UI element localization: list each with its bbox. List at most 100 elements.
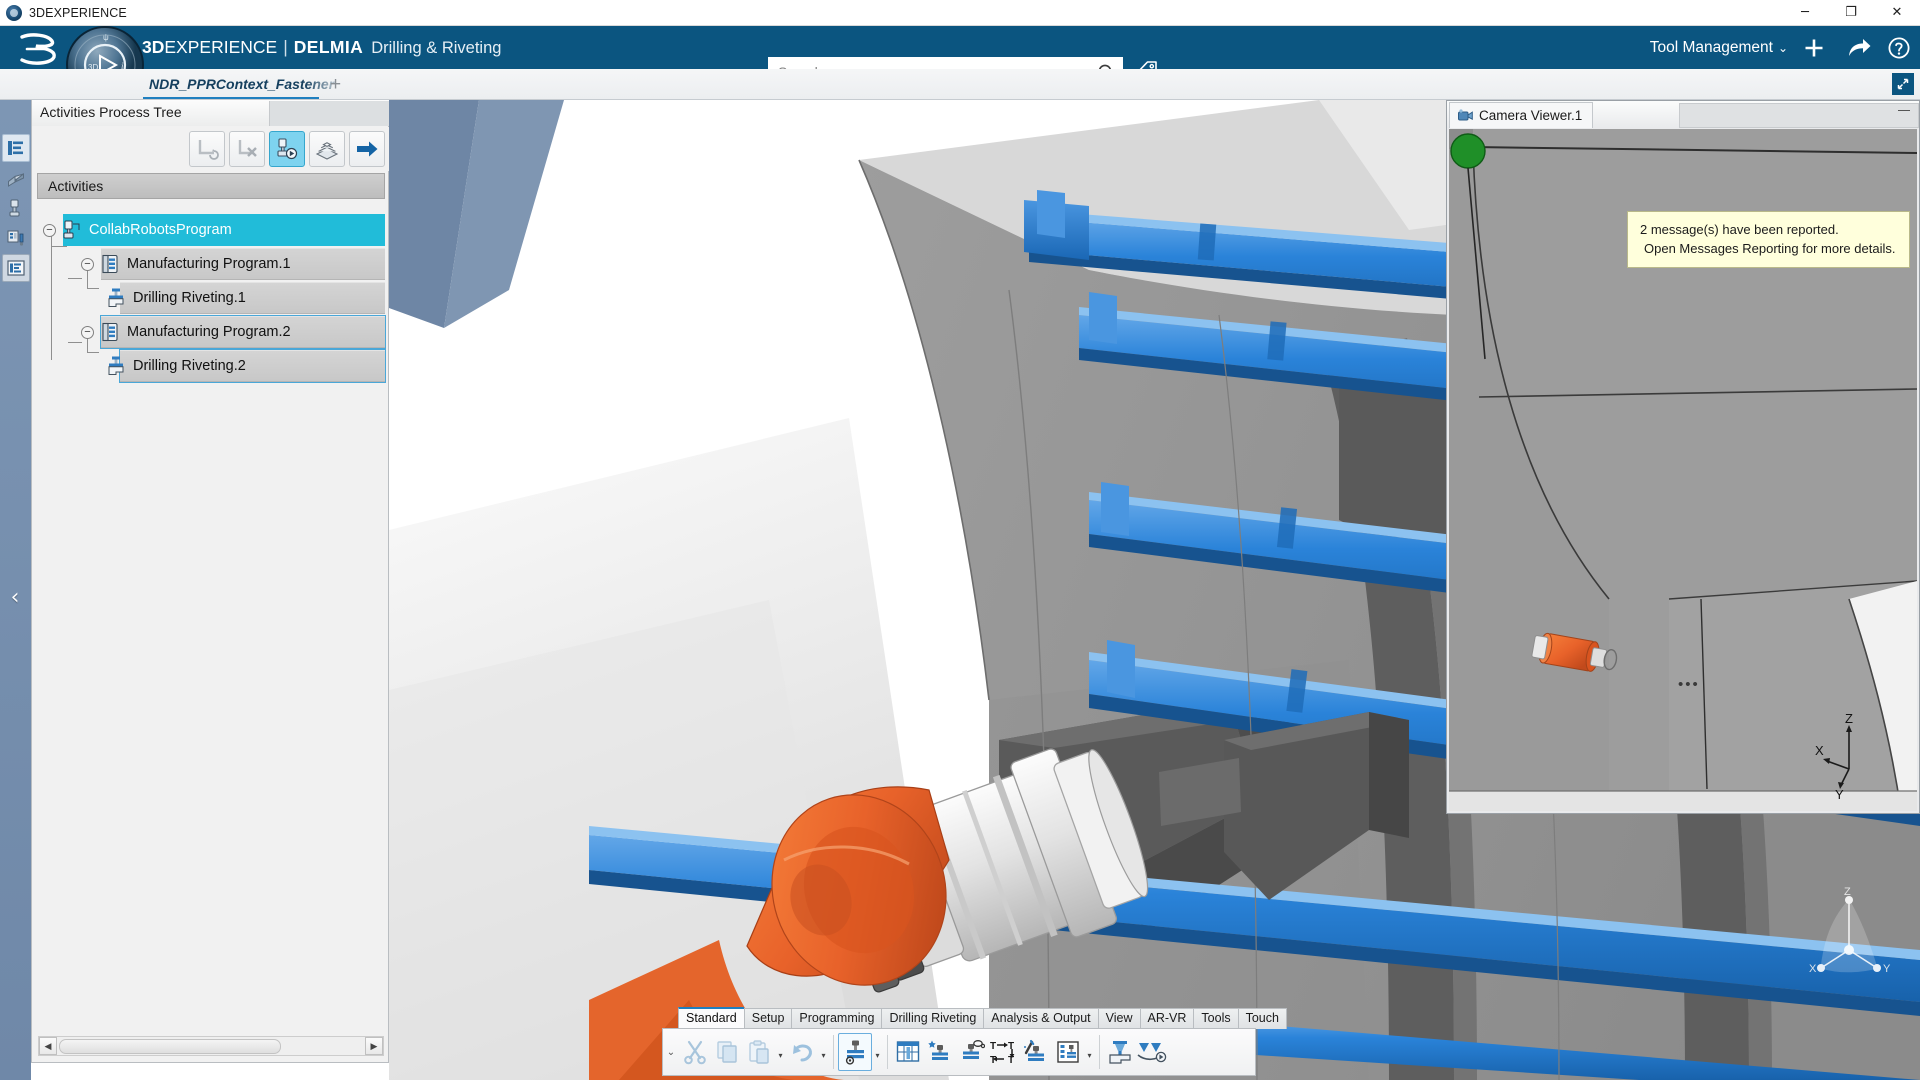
- camera-viewer-tab-stub[interactable]: [1679, 103, 1919, 128]
- swap-fastener-button[interactable]: T T T T: [988, 1032, 1020, 1072]
- new-tab-button[interactable]: +: [330, 73, 341, 97]
- brand-app-name: Drilling & Riveting: [371, 39, 501, 57]
- application-window: 3DEXPERIENCE ─ ❐ ✕: [0, 0, 1920, 1080]
- tree-node-drilling-riveting-1[interactable]: Drilling Riveting.1: [37, 282, 385, 314]
- edit-fastener-icon: [959, 1039, 985, 1065]
- tab-setup[interactable]: Setup: [744, 1008, 792, 1029]
- svg-text:T: T: [990, 1041, 996, 1052]
- simulate-robot-icon: [274, 136, 300, 162]
- fastener-list-dropdown-arrow[interactable]: ▾: [1084, 1032, 1095, 1072]
- camera-viewer-minimize-button[interactable]: [1898, 110, 1910, 111]
- tree-node-manufacturing-program-1[interactable]: − Manufacturing Program.1: [37, 248, 385, 280]
- tab-tools[interactable]: Tools: [1193, 1008, 1237, 1029]
- delete-path-icon: [234, 136, 260, 162]
- svg-text:X: X: [1809, 963, 1817, 975]
- tab-drilling-riveting[interactable]: Drilling Riveting: [881, 1008, 983, 1029]
- panel-icon: [7, 260, 25, 276]
- tree-expander[interactable]: −: [81, 258, 94, 271]
- tree-panel-tab-stub[interactable]: [269, 101, 389, 126]
- paste-dropdown-arrow[interactable]: ▾: [775, 1032, 786, 1072]
- sidebar-item-simulation[interactable]: [2, 224, 30, 252]
- dassault-logo[interactable]: [14, 29, 64, 67]
- camera-viewer-tab[interactable]: Camera Viewer.1: [1449, 102, 1593, 128]
- fastener-dropdown-arrow[interactable]: ▾: [872, 1032, 883, 1072]
- tree-expander[interactable]: −: [81, 326, 94, 339]
- context-tab-strip: NDR_PPRContext_Fastener +: [0, 69, 1920, 100]
- tree-icon: [7, 139, 25, 157]
- swap-fastener-icon: T T T T: [990, 1039, 1018, 1065]
- drill-button[interactable]: [1104, 1032, 1136, 1072]
- action-bar-commands: ⌄: [662, 1028, 1256, 1076]
- scroll-left-button[interactable]: ◀: [39, 1037, 57, 1055]
- layers-button[interactable]: [309, 131, 345, 167]
- action-bar-collapse[interactable]: ⌄: [663, 1047, 679, 1058]
- tab-ar-vr[interactable]: AR-VR: [1140, 1008, 1194, 1029]
- cut-button[interactable]: [679, 1032, 711, 1072]
- fastener-list-button[interactable]: [1052, 1032, 1084, 1072]
- sidebar-item-panel[interactable]: [2, 254, 30, 282]
- restore-down-button[interactable]: [1892, 73, 1914, 95]
- left-tool-rail: ‹: [0, 100, 31, 1080]
- rivet-icon: [1137, 1039, 1167, 1065]
- share-icon: [1847, 37, 1872, 59]
- tab-programming[interactable]: Programming: [791, 1008, 881, 1029]
- tab-view[interactable]: View: [1098, 1008, 1140, 1029]
- fastener-table-button[interactable]: [892, 1032, 924, 1072]
- fastener-table-icon: [895, 1039, 921, 1065]
- undo-button[interactable]: [786, 1032, 818, 1072]
- sidebar-item-robot[interactable]: [2, 194, 30, 222]
- tree-connector: [51, 246, 67, 247]
- add-button[interactable]: [1801, 35, 1827, 61]
- context-tab-underline: [143, 97, 319, 99]
- scrollbar-thumb[interactable]: [59, 1039, 281, 1054]
- collapse-panel-button[interactable]: ‹: [4, 580, 26, 614]
- go-forward-button[interactable]: [349, 131, 385, 167]
- tooltip-line-2: Open Messages Reporting for more details…: [1640, 239, 1899, 258]
- toolbar-separator: [1099, 1035, 1100, 1069]
- messages-reported-tooltip: 2 message(s) have been reported. Open Me…: [1627, 211, 1910, 268]
- layers-icon: [314, 136, 340, 162]
- fastener-list-icon: [1055, 1039, 1081, 1065]
- help-button[interactable]: [1886, 35, 1912, 61]
- viewer-overflow-dots[interactable]: •••: [1678, 676, 1700, 693]
- tab-touch[interactable]: Touch: [1238, 1008, 1287, 1029]
- sidebar-item-tree-view[interactable]: [2, 134, 30, 162]
- new-fastener-button[interactable]: [924, 1032, 956, 1072]
- action-bar-tabs: Standard Setup Programming Drilling Rive…: [678, 1007, 1287, 1029]
- window-title-bar: 3DEXPERIENCE ─ ❐ ✕: [0, 0, 1920, 26]
- reorder-activity-button[interactable]: [189, 131, 225, 167]
- tree-expander[interactable]: −: [43, 224, 56, 237]
- tab-standard[interactable]: Standard: [678, 1007, 744, 1029]
- rivet-button[interactable]: [1136, 1032, 1168, 1072]
- tree-connector: [87, 352, 99, 353]
- scroll-right-button[interactable]: ▶: [365, 1037, 383, 1055]
- tree-node-manufacturing-program-2[interactable]: − Manufacturing Program.2: [37, 316, 385, 348]
- tab-analysis-output[interactable]: Analysis & Output: [983, 1008, 1097, 1029]
- window-controls: ─ ❐ ✕: [1782, 0, 1920, 26]
- context-tab[interactable]: NDR_PPRContext_Fastener: [143, 71, 340, 99]
- brand-experience: EXPERIENCE: [164, 37, 277, 57]
- tree-panel-header: Activities Process Tree: [32, 100, 390, 126]
- magic-fastener-button[interactable]: [1020, 1032, 1052, 1072]
- maximize-button[interactable]: ❐: [1828, 0, 1874, 26]
- delete-activity-button[interactable]: [229, 131, 265, 167]
- simulate-activity-button[interactable]: [269, 131, 305, 167]
- toolbar-separator: [833, 1035, 834, 1069]
- share-button[interactable]: [1846, 35, 1872, 61]
- edit-fastener-button[interactable]: [956, 1032, 988, 1072]
- copy-button[interactable]: [711, 1032, 743, 1072]
- tree-panel-title: Activities Process Tree: [40, 104, 182, 120]
- close-button[interactable]: ✕: [1874, 0, 1920, 26]
- tree-horizontal-scrollbar[interactable]: ◀ ▶: [38, 1036, 384, 1056]
- camera-viewer-canvas[interactable]: Z X Y 2 message(s) have been reported. O…: [1449, 129, 1917, 811]
- paste-button[interactable]: [743, 1032, 775, 1072]
- undo-dropdown-arrow[interactable]: ▾: [818, 1032, 829, 1072]
- sidebar-item-resources[interactable]: [2, 164, 30, 192]
- tool-management-menu[interactable]: Tool Management⌄: [1650, 26, 1788, 69]
- tree-node-collabrobotsprogram[interactable]: − CollabRobotsProgram: [37, 214, 385, 246]
- minimize-button[interactable]: ─: [1782, 0, 1828, 26]
- tool-management-label: Tool Management: [1650, 39, 1773, 56]
- fastener-button[interactable]: [838, 1033, 872, 1071]
- drill-icon: [1106, 1039, 1134, 1065]
- tree-node-drilling-riveting-2[interactable]: Drilling Riveting.2: [37, 350, 385, 382]
